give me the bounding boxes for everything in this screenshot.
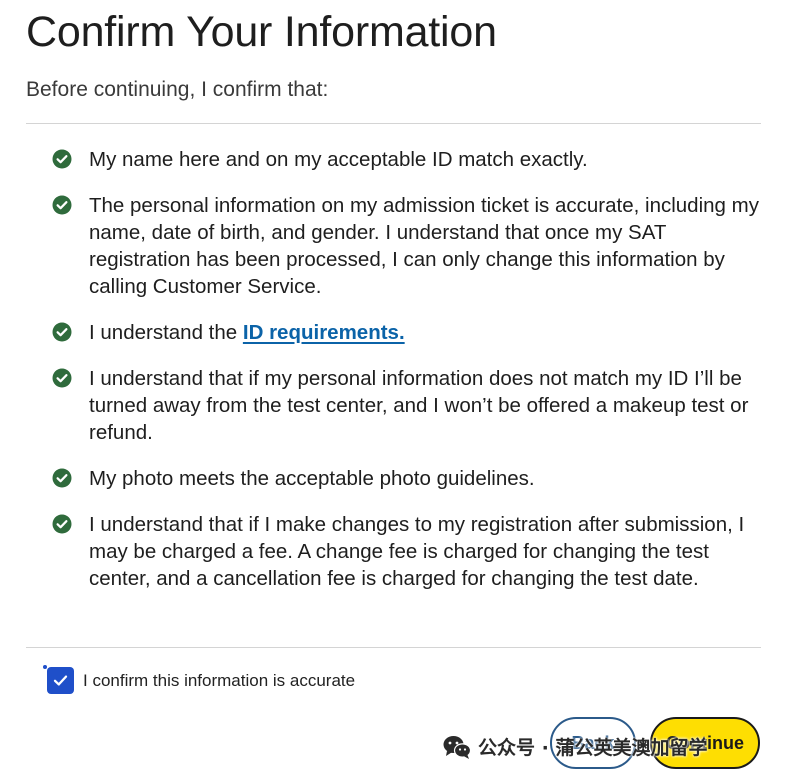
- confirmation-text: I understand the: [89, 321, 243, 344]
- page-title: Confirm Your Information: [26, 8, 497, 56]
- watermark-text: 公众号 · 蒲公英美澳加留学: [478, 737, 708, 759]
- confirmation-item: I understand that if I make changes to m…: [52, 511, 762, 592]
- confirmation-item: My photo meets the acceptable photo guid…: [52, 465, 762, 492]
- check-circle-icon: [52, 322, 72, 342]
- confirmation-text: My name here and on my acceptable ID mat…: [89, 148, 588, 171]
- confirmation-item: My name here and on my acceptable ID mat…: [52, 146, 762, 173]
- id-requirements-link[interactable]: ID requirements.: [243, 321, 405, 344]
- focus-indicator: [43, 665, 47, 669]
- confirmation-list: My name here and on my acceptable ID mat…: [52, 146, 762, 611]
- confirmation-item: The personal information on my admission…: [52, 192, 762, 300]
- check-circle-icon: [52, 514, 72, 534]
- confirmation-item: I understand that if my personal informa…: [52, 365, 762, 446]
- confirmation-text: I understand that if my personal informa…: [89, 367, 749, 444]
- wechat-watermark: 公众号 · 蒲公英美澳加留学: [442, 733, 707, 760]
- confirmation-text: I understand that if I make changes to m…: [89, 513, 745, 590]
- confirmation-text: The personal information on my admission…: [89, 194, 759, 298]
- confirm-accuracy-row: I confirm this information is accurate: [43, 665, 355, 694]
- top-divider: [26, 123, 761, 124]
- confirmation-item: I understand the ID requirements.: [52, 319, 762, 346]
- check-circle-icon: [52, 368, 72, 388]
- checkmark-icon: [53, 675, 68, 686]
- bottom-divider: [26, 647, 761, 648]
- check-circle-icon: [52, 149, 72, 169]
- page-subtitle: Before continuing, I confirm that:: [26, 78, 329, 101]
- wechat-icon: [443, 735, 472, 759]
- confirm-accuracy-label[interactable]: I confirm this information is accurate: [83, 671, 355, 691]
- confirmation-text: My photo meets the acceptable photo guid…: [89, 467, 535, 490]
- check-circle-icon: [52, 195, 72, 215]
- confirm-accuracy-checkbox[interactable]: [43, 665, 74, 694]
- check-circle-icon: [52, 468, 72, 488]
